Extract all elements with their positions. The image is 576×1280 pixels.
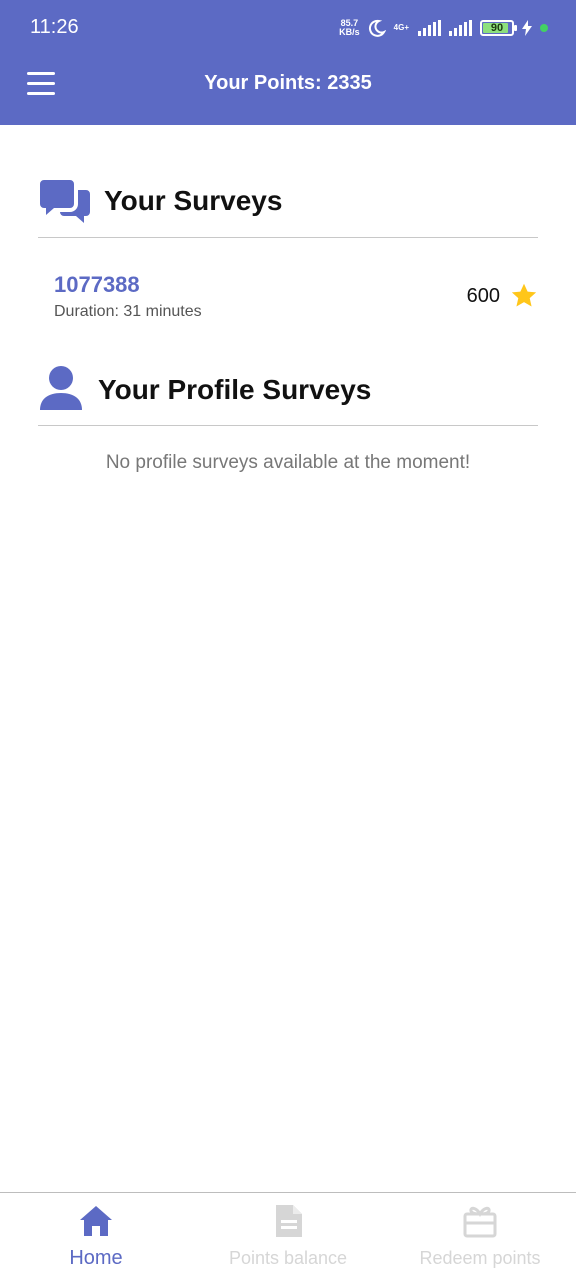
home-icon [80, 1206, 112, 1236]
nav-home[interactable]: Home [0, 1193, 192, 1280]
privacy-dot-icon [540, 24, 548, 32]
points-title: Your Points: 2335 [204, 72, 372, 94]
surveys-section-title: Your Surveys [104, 185, 283, 216]
profile-section-header: Your Profile Surveys [38, 360, 538, 426]
battery-percent: 90 [490, 22, 504, 34]
nav-redeem-points[interactable]: Redeem points [384, 1193, 576, 1280]
battery-icon: 90 [480, 20, 517, 36]
chat-bubbles-icon [40, 180, 90, 223]
network-speed: 85.7 KB/s [339, 19, 360, 37]
signal-icon-2 [449, 20, 472, 36]
nav-points-balance[interactable]: Points balance [192, 1193, 384, 1280]
survey-duration: Duration: 31 minutes [54, 303, 202, 320]
moon-icon [368, 19, 386, 37]
survey-points: 600 [466, 285, 500, 307]
network-type: 4G+ [393, 23, 409, 32]
status-icons: 85.7 KB/s 4G+ 90 [339, 16, 548, 40]
status-bar: 11:26 85.7 KB/s 4G+ 90 [0, 0, 576, 56]
document-icon [276, 1205, 302, 1237]
survey-id[interactable]: 1077388 [54, 272, 140, 298]
nav-points-balance-label: Points balance [228, 1248, 348, 1268]
nav-redeem-points-label: Redeem points [419, 1248, 541, 1268]
app-bar: Your Points: 2335 [0, 56, 576, 125]
profile-section-title: Your Profile Surveys [98, 374, 372, 405]
bottom-navigation: Home Points balance Redeem points [0, 1192, 576, 1280]
surveys-section-header: Your Surveys [38, 170, 538, 238]
star-icon [511, 283, 537, 307]
status-time: 11:26 [30, 16, 79, 38]
network-speed-unit: KB/s [339, 27, 360, 37]
nav-home-label: Home [69, 1247, 123, 1269]
empty-profile-message: No profile surveys available at the mome… [105, 452, 471, 473]
gift-icon [463, 1206, 497, 1238]
charging-bolt-icon [522, 20, 532, 36]
survey-list-item[interactable]: 1077388 Duration: 31 minutes 600 [38, 266, 538, 330]
user-icon [40, 366, 82, 410]
signal-icon [418, 20, 441, 36]
